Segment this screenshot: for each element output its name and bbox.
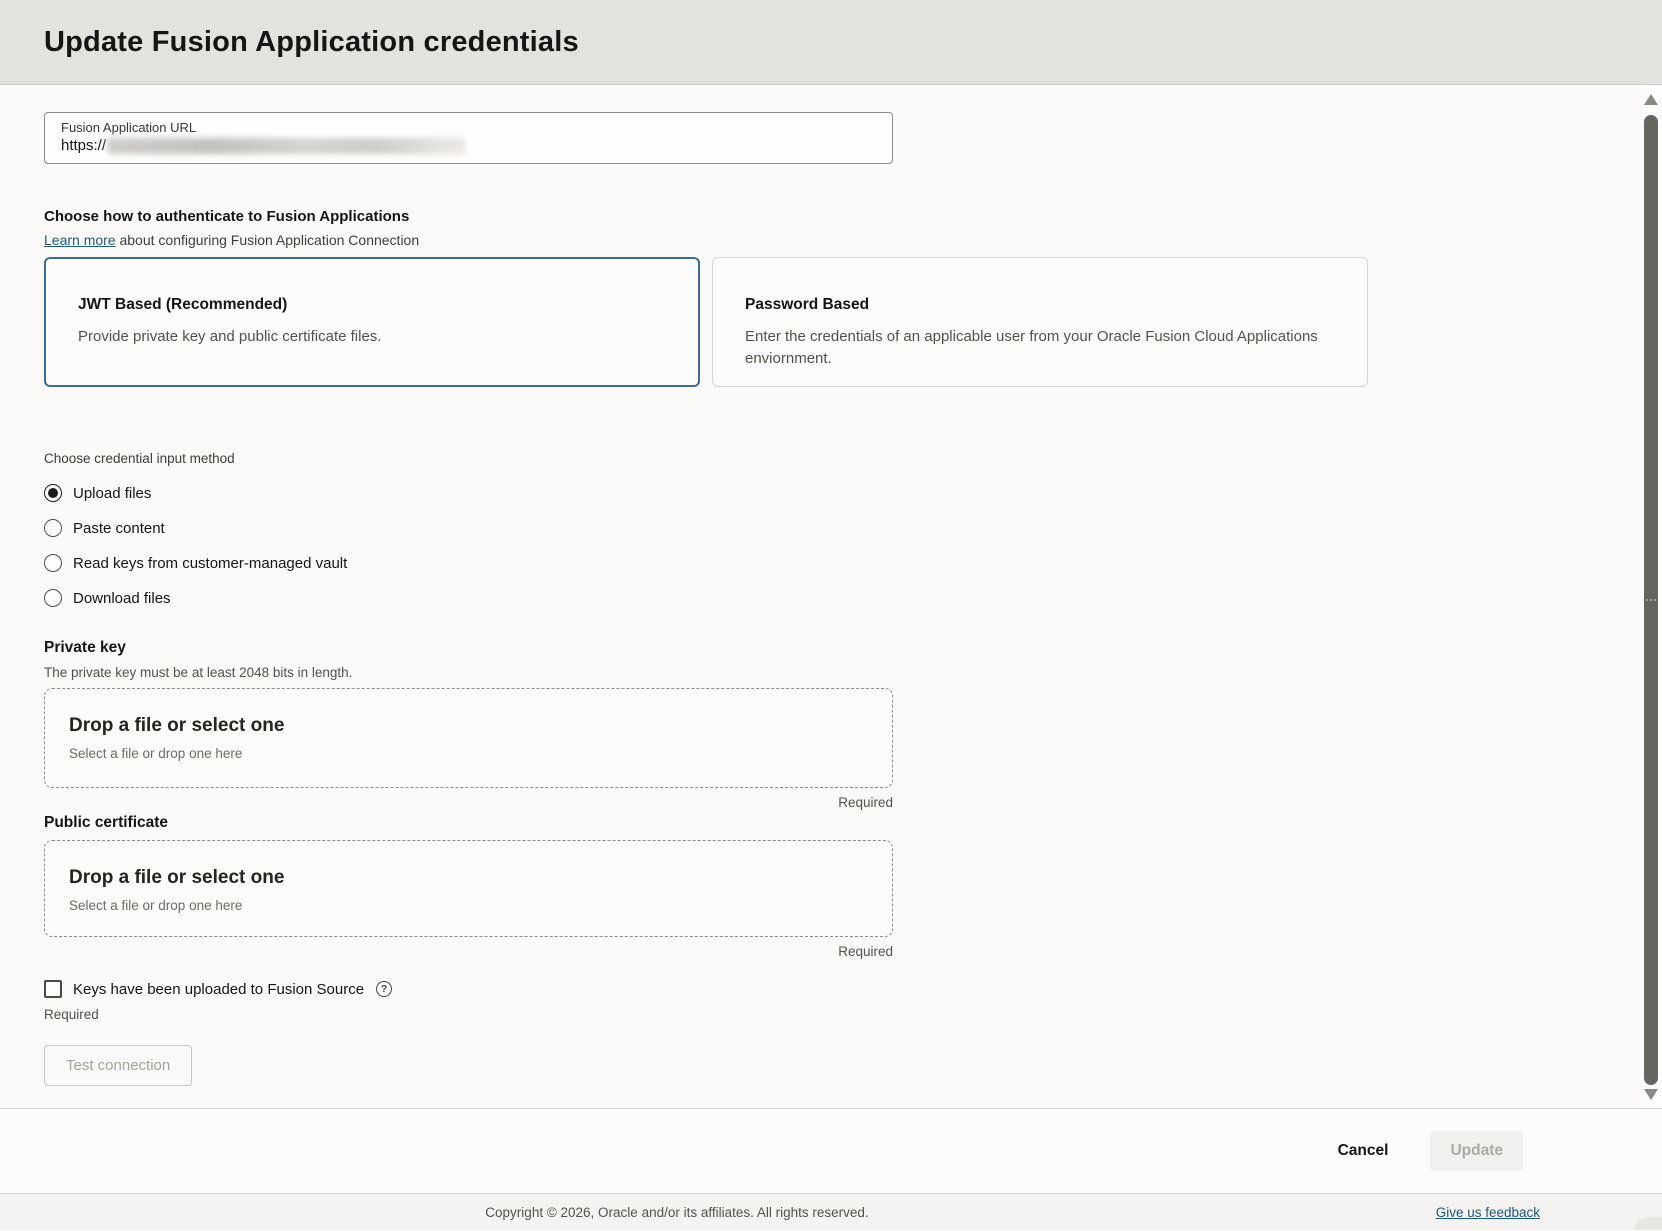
radio-unselected-icon — [44, 519, 62, 537]
credential-method-label: Choose credential input method — [44, 451, 1641, 466]
fusion-url-prefix: https:// — [61, 137, 106, 154]
page-title: Update Fusion Application credentials — [44, 26, 579, 59]
private-key-hint: The private key must be at least 2048 bi… — [44, 665, 1641, 680]
scroll-down-arrow-icon[interactable] — [1644, 1089, 1658, 1100]
dialog-body: Fusion Application URL https:// Choose h… — [0, 86, 1641, 1108]
public-certificate-dropzone[interactable]: Drop a file or select one Select a file … — [44, 840, 893, 937]
keys-uploaded-checkbox-label: Keys have been uploaded to Fusion Source — [73, 981, 364, 998]
public-certificate-drop-title: Drop a file or select one — [69, 867, 868, 889]
public-certificate-heading: Public certificate — [44, 814, 1641, 832]
checkbox-unchecked-icon[interactable] — [44, 980, 62, 998]
fusion-url-field[interactable]: Fusion Application URL https:// — [44, 112, 893, 164]
update-button[interactable]: Update — [1430, 1131, 1523, 1171]
radio-download-files[interactable]: Download files — [44, 588, 1641, 608]
auth-method-cards: JWT Based (Recommended) Provide private … — [44, 257, 1641, 387]
radio-selected-icon — [44, 484, 62, 502]
auth-card-password-title: Password Based — [745, 296, 1335, 314]
radio-unselected-icon — [44, 554, 62, 572]
auth-card-jwt[interactable]: JWT Based (Recommended) Provide private … — [44, 257, 700, 387]
fusion-url-label: Fusion Application URL — [61, 120, 876, 135]
test-connection-button[interactable]: Test connection — [44, 1045, 192, 1086]
dialog-action-bar: Cancel Update — [0, 1108, 1662, 1193]
cancel-button[interactable]: Cancel — [1332, 1132, 1395, 1170]
learn-more-line: Learn more about configuring Fusion Appl… — [44, 232, 1641, 248]
auth-section-heading: Choose how to authenticate to Fusion App… — [44, 208, 1641, 225]
auth-card-jwt-description: Provide private key and public certifica… — [78, 326, 666, 348]
keys-uploaded-checkbox-row[interactable]: Keys have been uploaded to Fusion Source… — [44, 980, 1641, 998]
corner-resize-grip — [1634, 1217, 1662, 1230]
credential-method-radio-group: Upload files Paste content Read keys fro… — [44, 483, 1641, 608]
scrollbar-grip-dots-icon — [1646, 599, 1656, 601]
radio-upload-files[interactable]: Upload files — [44, 483, 1641, 503]
give-feedback-link[interactable]: Give us feedback — [1436, 1194, 1540, 1231]
learn-more-link[interactable]: Learn more — [44, 232, 116, 248]
auth-card-password-description: Enter the credentials of an applicable u… — [745, 326, 1335, 370]
vertical-scrollbar[interactable] — [1641, 86, 1662, 1108]
private-key-drop-subtitle: Select a file or drop one here — [69, 746, 868, 761]
private-key-heading: Private key — [44, 639, 1641, 657]
copyright-text: Copyright © 2026, Oracle and/or its affi… — [0, 1194, 1354, 1231]
radio-customer-managed-vault[interactable]: Read keys from customer-managed vault — [44, 553, 1641, 573]
public-certificate-required-label: Required — [44, 944, 893, 959]
fusion-url-value[interactable]: https:// — [61, 137, 876, 154]
keys-uploaded-required-label: Required — [44, 1007, 1641, 1022]
radio-unselected-icon — [44, 589, 62, 607]
private-key-drop-title: Drop a file or select one — [69, 715, 868, 737]
private-key-dropzone[interactable]: Drop a file or select one Select a file … — [44, 688, 893, 788]
learn-more-rest: about configuring Fusion Application Con… — [116, 232, 420, 248]
auth-card-jwt-title: JWT Based (Recommended) — [78, 296, 666, 314]
scrollbar-thumb[interactable] — [1644, 115, 1658, 1085]
auth-card-password[interactable]: Password Based Enter the credentials of … — [712, 257, 1368, 387]
private-key-required-label: Required — [44, 795, 893, 810]
radio-paste-content[interactable]: Paste content — [44, 518, 1641, 538]
fusion-url-redacted-blur — [107, 138, 465, 154]
scroll-up-arrow-icon[interactable] — [1644, 94, 1658, 105]
dialog-header: Update Fusion Application credentials — [0, 0, 1662, 85]
public-certificate-drop-subtitle: Select a file or drop one here — [69, 898, 868, 913]
help-question-icon[interactable]: ? — [376, 981, 392, 997]
page-footer: Copyright © 2026, Oracle and/or its affi… — [0, 1193, 1662, 1230]
